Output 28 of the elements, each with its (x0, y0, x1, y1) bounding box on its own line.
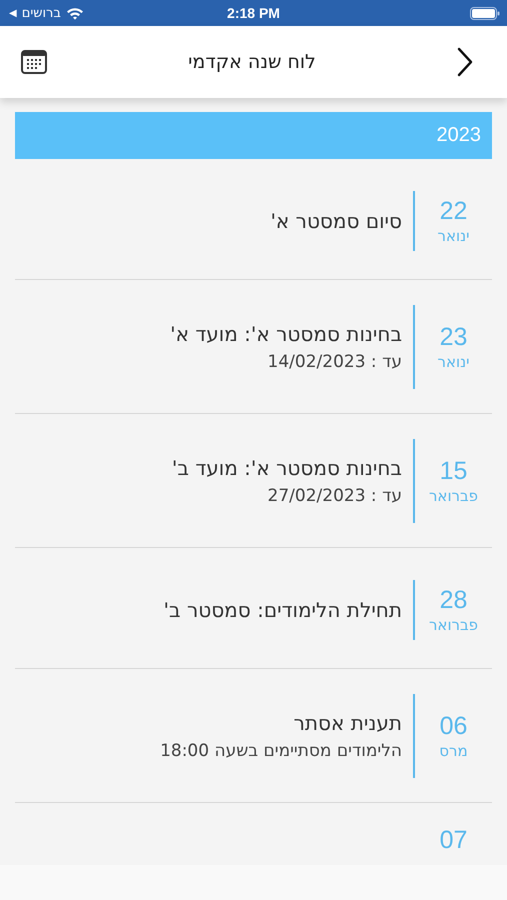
event-detail: הלימודים מסתיימים בשעה 18:00 (160, 741, 402, 761)
chevron-right-icon[interactable] (457, 47, 473, 77)
event-day: 15 (440, 456, 468, 486)
event-detail: עד : 14/02/2023 (268, 352, 402, 372)
event-title: בחינות סמסטר א': מועד א' (170, 322, 402, 346)
event-month: ינואר (438, 226, 470, 246)
back-label[interactable]: ברושים (22, 6, 61, 20)
status-time: 2:18 PM (227, 5, 280, 21)
event-title: תענית אסתר (294, 711, 402, 735)
event-day: 28 (440, 585, 468, 615)
event-month: פברואר (428, 615, 478, 635)
event-month: מרס (439, 741, 468, 761)
event-day: 22 (440, 196, 468, 226)
event-month: ינואר (438, 352, 470, 372)
event-title: סיום סמסטר א' (270, 209, 402, 233)
event-day: 23 (440, 322, 468, 352)
back-arrow[interactable]: ◀ (9, 8, 17, 18)
event-detail: עד : 27/02/2023 (268, 486, 402, 506)
event-month: פברואר (428, 486, 478, 506)
event-title: תחילת הלימודים: סמסטר ב' (164, 598, 402, 622)
event-day: 06 (440, 711, 468, 741)
page-title: לוח שנה אקדמי (188, 51, 316, 73)
event-day: 07 (440, 825, 468, 855)
year-label: 2023 (436, 124, 481, 147)
wifi-icon (66, 6, 84, 20)
event-title: בחינות סמסטר א': מועד ב' (172, 456, 402, 480)
battery-icon (470, 6, 500, 20)
calendar-icon[interactable] (21, 49, 47, 75)
